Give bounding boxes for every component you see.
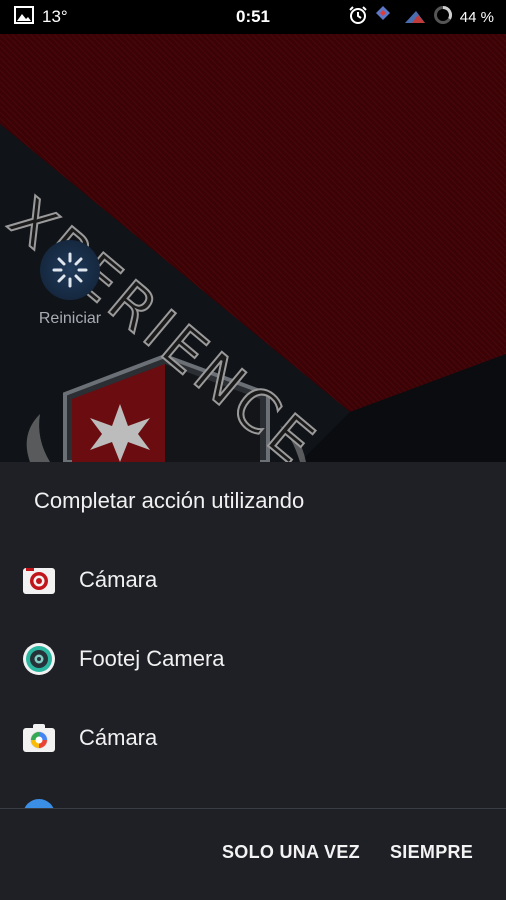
battery-percent-text: 44 % [459,8,494,26]
temperature-text: 13° [42,7,68,26]
wallpaper: XPERIENCE Reiniciar [0,34,506,462]
shortcut-label: Reiniciar [38,310,102,327]
restart-icon [40,240,100,300]
partial-app-icon [22,798,56,808]
status-bar: 13° 0:51 44 % [0,0,506,34]
just-once-button[interactable]: SOLO UNA VEZ [222,842,360,863]
app-option-footej-camera[interactable]: Footej Camera [0,623,506,695]
app-option-camara-2[interactable]: Cámara [0,702,506,774]
app-option-camara[interactable]: Cámara [0,544,506,616]
signal-icon [404,5,426,29]
app-notification-icon [375,5,397,29]
gallery-notification-icon [14,5,34,29]
footej-camera-icon [22,642,56,676]
app-option-label: Cámara [79,725,158,750]
chooser-title: Completar acción utilizando [34,488,305,513]
divider [0,808,506,809]
app-option-partial[interactable] [0,780,506,808]
app-option-label: Cámara [79,567,158,592]
app-chooser-sheet: Completar acción utilizando Cámara Foote… [0,462,506,900]
reiniciar-shortcut[interactable]: Reiniciar [30,240,110,328]
camera-blue-icon [22,721,56,755]
battery-ring-icon [433,5,453,29]
alarm-icon [348,5,368,29]
always-button[interactable]: SIEMPRE [390,842,473,863]
camera-red-icon [22,563,56,597]
app-option-label: Footej Camera [79,646,225,671]
